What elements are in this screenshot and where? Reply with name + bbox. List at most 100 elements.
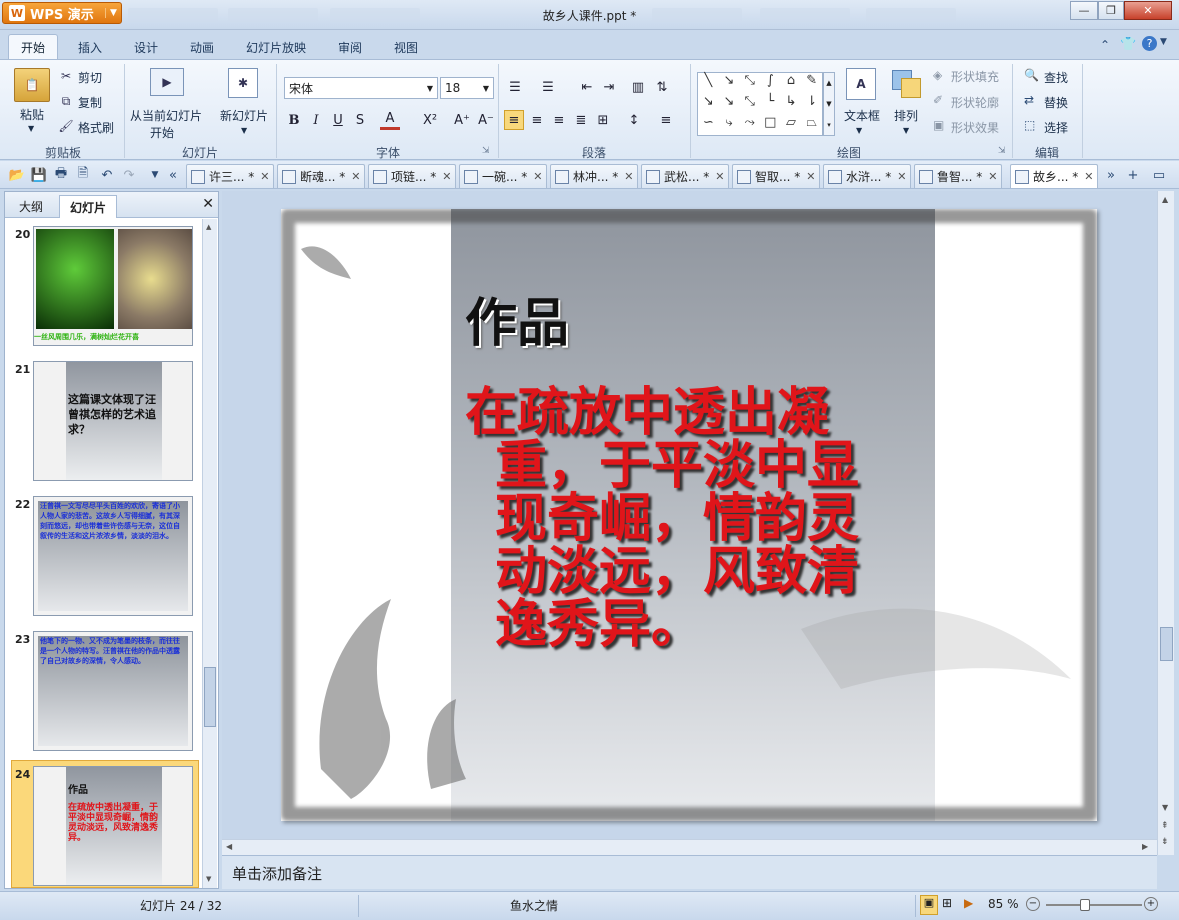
editor-scrollbar[interactable]: ▲ ▼ ⇞ ⇟ — [1157, 191, 1174, 855]
cut-button[interactable]: 剪切 — [78, 69, 102, 86]
doc-tab[interactable]: 水浒... * ✕ — [823, 164, 911, 188]
shadow-button[interactable]: S — [350, 110, 370, 130]
shrink-font-button[interactable]: A⁻ — [474, 110, 498, 130]
new-slide-button[interactable]: 新幻灯片 — [220, 107, 268, 124]
curved-connector-icon[interactable]: ∽ — [698, 115, 719, 136]
doc-tab[interactable]: 断魂... * ✕ — [277, 164, 365, 188]
grow-font-button[interactable]: A⁺ — [450, 110, 474, 130]
close-tab-icon[interactable]: ✕ — [533, 170, 542, 183]
editor-h-scrollbar[interactable]: ◀ ▶ — [222, 839, 1157, 855]
tab-list-icon[interactable]: ▭ — [1150, 166, 1168, 184]
help-icon[interactable]: ? — [1142, 36, 1157, 51]
tab-view[interactable]: 视图 — [382, 34, 430, 60]
copy-button[interactable]: 复制 — [78, 94, 102, 111]
zoom-in-icon[interactable]: + — [1144, 897, 1158, 911]
pane-scrollbar[interactable]: ▲ ▼ — [202, 219, 217, 888]
tab-slides[interactable]: 幻灯片 — [59, 195, 118, 218]
scroll-left-icon[interactable]: ◀ — [226, 842, 232, 851]
slide-thumbnail-20[interactable]: 一丝风周围几乐，满树灿烂花开喜 — [33, 226, 193, 346]
dialog-launcher-icon[interactable]: ⇲ — [482, 146, 490, 156]
slide-title[interactable]: 作品 — [465, 281, 569, 356]
ribbon-collapse-icon[interactable]: ⌃ — [1100, 38, 1110, 52]
scroll-up-icon[interactable]: ▲ — [206, 223, 211, 231]
decrease-indent-icon[interactable]: ⇤ — [577, 77, 597, 97]
scroll-tabs-right-icon[interactable]: » — [1102, 166, 1120, 184]
zoom-out-icon[interactable]: − — [1026, 897, 1040, 911]
chevron-down-icon[interactable]: ▼ — [1160, 37, 1167, 47]
font-name-select[interactable]: 宋体 ▼ — [284, 77, 438, 99]
numbering-icon[interactable]: ☰ — [538, 77, 558, 97]
print-preview-icon[interactable]: 🗎 — [74, 166, 92, 184]
chevron-down-icon[interactable]: ▼ — [241, 126, 247, 135]
line-spacing-icon[interactable]: ↕ — [624, 110, 644, 130]
zoom-slider-thumb[interactable] — [1080, 899, 1090, 911]
arrow-shape-icon[interactable]: ↘ — [719, 73, 740, 94]
paragraph-spacing-icon[interactable]: ≡ — [656, 110, 676, 130]
next-slide-icon[interactable]: ⇟ — [1161, 837, 1169, 847]
chevron-down-icon[interactable]: ▼ — [28, 124, 34, 133]
scroll-down-icon[interactable]: ▼ — [1162, 803, 1168, 812]
find-button[interactable]: 查找 — [1044, 69, 1068, 86]
shape-fill-button[interactable]: 形状填充 — [951, 68, 999, 85]
justify-icon[interactable]: ≣ — [571, 110, 591, 130]
line-shape-icon[interactable]: ↘ — [698, 94, 719, 115]
close-pane-icon[interactable]: ✕ — [202, 196, 214, 212]
close-tab-icon[interactable]: ✕ — [715, 170, 724, 183]
slide-canvas[interactable]: 作品 在疏放中透出凝重，于平淡中显现奇崛，情韵灵动淡远，风致清逸秀异。 — [281, 209, 1097, 821]
arrange-button[interactable]: 排列 — [894, 107, 918, 124]
close-tab-icon[interactable]: ✕ — [806, 170, 815, 183]
curved-arrow-icon[interactable]: ⤷ — [719, 115, 740, 136]
curve-shape-icon[interactable]: ∫ — [760, 73, 781, 94]
doc-tab[interactable]: 武松... * ✕ — [641, 164, 729, 188]
skin-icon[interactable]: 👕 — [1120, 37, 1136, 52]
bold-button[interactable]: B — [284, 110, 304, 130]
tab-insert[interactable]: 插入 — [66, 34, 114, 60]
close-tab-icon[interactable]: ✕ — [624, 170, 633, 183]
minimize-button[interactable]: — — [1070, 1, 1098, 20]
replace-button[interactable]: 替换 — [1044, 94, 1068, 111]
bullets-icon[interactable]: ☰ — [505, 77, 525, 97]
elbow-double-arrow-icon[interactable]: ⇂ — [801, 94, 822, 115]
print-icon[interactable]: 🖶 — [52, 166, 70, 184]
tab-slideshow[interactable]: 幻灯片放映 — [234, 34, 318, 60]
align-left-icon[interactable]: ≡ — [504, 110, 524, 130]
tab-design[interactable]: 设计 — [122, 34, 170, 60]
slide-thumbnail-23[interactable]: 他笔下的一物、又不成为笔墨的枝条，而往往是一个人物的特写。汪曾祺在他的作品中透露… — [33, 631, 193, 751]
underline-button[interactable]: U — [328, 110, 348, 130]
slide-sorter-icon[interactable]: ⊞ — [942, 896, 952, 910]
double-arrow-shape-icon[interactable]: ⤡ — [739, 94, 760, 115]
increase-indent-icon[interactable]: ⇥ — [599, 77, 619, 97]
line-shape-icon[interactable]: ╲ — [698, 73, 719, 94]
slideshow-icon[interactable]: ▶ — [964, 896, 973, 910]
align-right-icon[interactable]: ≡ — [549, 110, 569, 130]
close-tab-icon[interactable]: ✕ — [260, 170, 269, 183]
slide-thumbnail-21[interactable]: 这篇课文体现了汪曾祺怎样的艺术追求？ — [33, 361, 193, 481]
shapes-gallery[interactable]: ╲ ↘ ⤡ ∫ ⌂ ✎ ↘ ↘ ⤡ └ ↳ ⇂ ∽ ⤷ ⤳ □ ▱ ⏢ — [697, 72, 823, 136]
elbow-arrow-icon[interactable]: ↳ — [781, 94, 802, 115]
align-center-icon[interactable]: ≡ — [527, 110, 547, 130]
gallery-scroll[interactable]: ▲ ▼ ▾ — [823, 72, 835, 136]
close-tab-icon[interactable]: ✕ — [442, 170, 451, 183]
undo-icon[interactable]: ↶ — [98, 166, 116, 184]
scroll-right-icon[interactable]: ▶ — [1142, 842, 1148, 851]
format-painter-button[interactable]: 格式刷 — [78, 119, 114, 136]
tab-home[interactable]: 开始 — [8, 34, 59, 60]
close-tab-icon[interactable]: ✕ — [897, 170, 906, 183]
maximize-button[interactable]: ❐ — [1098, 1, 1124, 20]
normal-view-icon[interactable]: ▣ — [920, 895, 938, 915]
doc-tab[interactable]: 一碗... * ✕ — [459, 164, 547, 188]
close-button[interactable]: ✕ — [1124, 1, 1172, 20]
textbox-button[interactable]: 文本框 — [844, 107, 880, 124]
scroll-thumb[interactable] — [1160, 627, 1173, 661]
slide-body-text[interactable]: 在疏放中透出凝重，于平淡中显现奇崛，情韵灵动淡远，风致清逸秀异。 — [465, 387, 905, 652]
new-tab-icon[interactable]: + — [1124, 166, 1142, 184]
save-icon[interactable]: 💾 — [30, 166, 48, 184]
paste-button[interactable]: 粘贴 — [20, 106, 44, 123]
arrow-shape-icon[interactable]: ↘ — [719, 94, 740, 115]
scroll-up-icon[interactable]: ▲ — [1162, 195, 1168, 204]
distribute-icon[interactable]: ⊞ — [593, 110, 613, 130]
close-tab-icon[interactable]: ✕ — [351, 170, 360, 183]
font-size-select[interactable]: 18 ▼ — [440, 77, 494, 99]
dialog-launcher-icon[interactable]: ⇲ — [998, 146, 1006, 156]
shape-effect-button[interactable]: 形状效果 — [951, 119, 999, 136]
